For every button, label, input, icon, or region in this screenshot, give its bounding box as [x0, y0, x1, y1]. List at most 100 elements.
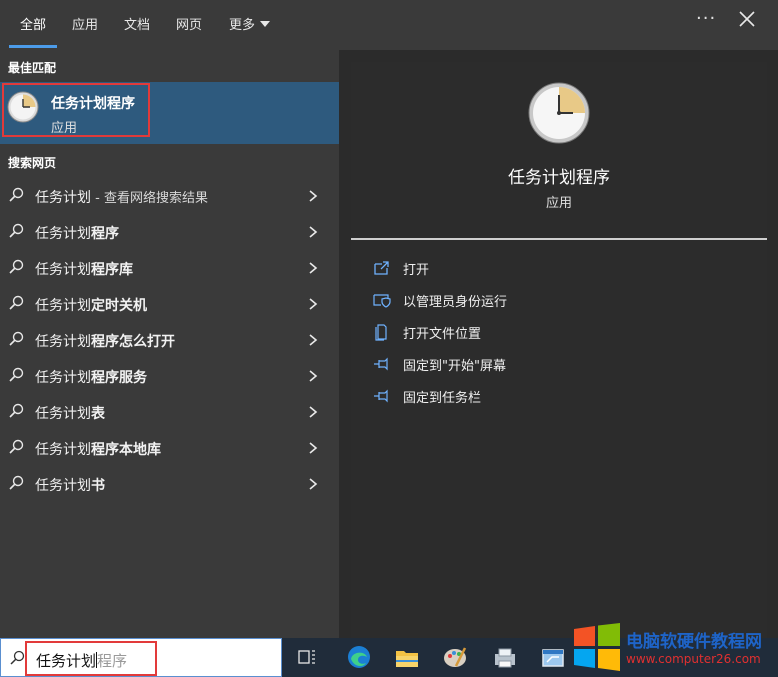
- web-result-row[interactable]: 任务计划 - 查看网络搜索结果: [0, 178, 339, 214]
- search-autocomplete: 程序: [97, 652, 128, 670]
- search-icon: [10, 650, 25, 665]
- web-result-row[interactable]: 任务计划定时关机: [0, 286, 339, 322]
- search-icon: [9, 403, 24, 418]
- detail-app-type: 应用: [545, 196, 572, 211]
- web-result-suffix: 程序服务: [91, 370, 147, 386]
- chevron-right-icon: [309, 370, 318, 382]
- close-icon[interactable]: [736, 8, 758, 30]
- chevron-right-icon: [309, 478, 318, 490]
- best-match-title: 任务计划程序: [51, 96, 135, 112]
- action-label: 打开: [403, 263, 430, 278]
- web-result-query: 任务计划: [35, 406, 91, 422]
- web-result-label: 任务计划表: [35, 403, 105, 423]
- web-result-label: 任务计划程序库: [35, 259, 133, 279]
- search-icon: [9, 475, 24, 490]
- web-result-query: 任务计划: [35, 334, 91, 350]
- web-result-label: 任务计划程序本地库: [35, 439, 161, 459]
- open-icon: [374, 261, 389, 275]
- web-result-label: 任务计划 - 查看网络搜索结果: [35, 187, 208, 207]
- web-result-label: 任务计划定时关机: [35, 295, 147, 315]
- action-label: 固定到任务栏: [403, 391, 482, 406]
- tab-apps[interactable]: 应用: [72, 14, 98, 33]
- clock-icon: [528, 82, 590, 144]
- pin-icon: [374, 389, 388, 403]
- windows-logo-icon: [574, 623, 620, 671]
- chevron-down-icon: [260, 21, 271, 27]
- web-result-suffix: 定时关机: [91, 298, 147, 314]
- tab-web[interactable]: 网页: [176, 14, 202, 33]
- search-icon: [9, 259, 24, 274]
- web-result-row[interactable]: 任务计划程序本地库: [0, 430, 339, 466]
- shield-icon: [373, 294, 391, 308]
- tab-more-label: 更多: [229, 18, 256, 33]
- search-input[interactable]: 任务计划程序: [0, 638, 282, 677]
- action-pin-to-taskbar[interactable]: 固定到任务栏: [373, 386, 753, 406]
- web-result-label: 任务计划程序: [35, 223, 119, 243]
- watermark-url: www.computer26.com: [626, 652, 761, 666]
- file-explorer-icon[interactable]: [394, 646, 420, 670]
- pin-icon: [374, 357, 388, 371]
- web-result-label: 任务计划书: [35, 475, 105, 495]
- printer-app-icon[interactable]: [492, 646, 518, 670]
- web-result-query: 任务计划: [35, 262, 91, 278]
- search-icon: [9, 331, 24, 346]
- action-pin-to-start[interactable]: 固定到"开始"屏幕: [373, 354, 753, 374]
- web-result-row[interactable]: 任务计划程序怎么打开: [0, 322, 339, 358]
- web-result-suffix: - 查看网络搜索结果: [91, 191, 208, 206]
- web-result-row[interactable]: 任务计划程序: [0, 214, 339, 250]
- watermark: 电脑软硬件教程网 www.computer26.com: [572, 621, 778, 673]
- watermark-title: 电脑软硬件教程网: [626, 632, 762, 652]
- search-icon: [9, 187, 24, 202]
- results-pane: 最佳匹配 任务计划程序 应用 搜索网页 任务计划 - 查看网络搜索结果 任务计划…: [0, 50, 339, 638]
- chevron-right-icon: [309, 298, 318, 310]
- web-result-label: 任务计划程序服务: [35, 367, 147, 387]
- tab-more[interactable]: 更多: [229, 14, 271, 33]
- search-icon: [9, 367, 24, 382]
- task-view-icon[interactable]: [296, 646, 318, 668]
- file-location-icon: [375, 324, 387, 341]
- web-result-label: 任务计划程序怎么打开: [35, 331, 175, 351]
- search-icon: [9, 223, 24, 238]
- chevron-right-icon: [309, 334, 318, 346]
- action-run-as-admin[interactable]: 以管理员身份运行: [373, 290, 753, 310]
- more-options-icon[interactable]: ···: [696, 8, 716, 29]
- web-result-suffix: 程序本地库: [91, 442, 161, 458]
- web-result-query: 任务计划: [35, 190, 91, 206]
- web-result-row[interactable]: 任务计划表: [0, 394, 339, 430]
- best-match-subtitle: 应用: [51, 121, 78, 136]
- detail-pane: 任务计划程序 应用 打开 以管理员身份运行 打开文件位置 固定到"开始"屏幕 固…: [351, 62, 767, 638]
- search-typed-text: 任务计划: [36, 652, 97, 670]
- web-result-query: 任务计划: [35, 298, 91, 314]
- web-result-row[interactable]: 任务计划程序服务: [0, 358, 339, 394]
- action-label: 固定到"开始"屏幕: [403, 359, 506, 374]
- best-match-heading: 最佳匹配: [8, 61, 57, 75]
- edge-icon[interactable]: [346, 644, 372, 670]
- web-result-suffix: 程序库: [91, 262, 133, 278]
- action-label: 以管理员身份运行: [403, 295, 508, 310]
- top-tab-bar: 全部 应用 文档 网页 更多 ···: [0, 0, 778, 50]
- search-icon: [9, 439, 24, 454]
- detail-app-name: 任务计划程序: [508, 168, 610, 188]
- web-result-query: 任务计划: [35, 478, 91, 494]
- paint-icon[interactable]: [442, 644, 468, 670]
- chevron-right-icon: [309, 406, 318, 418]
- tab-all[interactable]: 全部: [20, 14, 46, 33]
- search-query: 任务计划程序: [36, 650, 127, 671]
- action-open-file-location[interactable]: 打开文件位置: [373, 322, 753, 342]
- window-app-icon[interactable]: [540, 646, 566, 670]
- action-label: 打开文件位置: [403, 327, 482, 342]
- web-result-row[interactable]: 任务计划书: [0, 466, 339, 502]
- chevron-right-icon: [309, 190, 318, 202]
- tab-documents[interactable]: 文档: [124, 14, 150, 33]
- action-open[interactable]: 打开: [373, 258, 753, 278]
- active-tab-indicator: [9, 45, 57, 48]
- divider: [351, 238, 767, 240]
- web-search-heading: 搜索网页: [8, 156, 57, 170]
- web-result-suffix: 程序怎么打开: [91, 334, 175, 350]
- web-result-query: 任务计划: [35, 442, 91, 458]
- web-result-suffix: 书: [91, 478, 105, 494]
- web-result-query: 任务计划: [35, 370, 91, 386]
- chevron-right-icon: [309, 262, 318, 274]
- web-result-row[interactable]: 任务计划程序库: [0, 250, 339, 286]
- search-icon: [9, 295, 24, 310]
